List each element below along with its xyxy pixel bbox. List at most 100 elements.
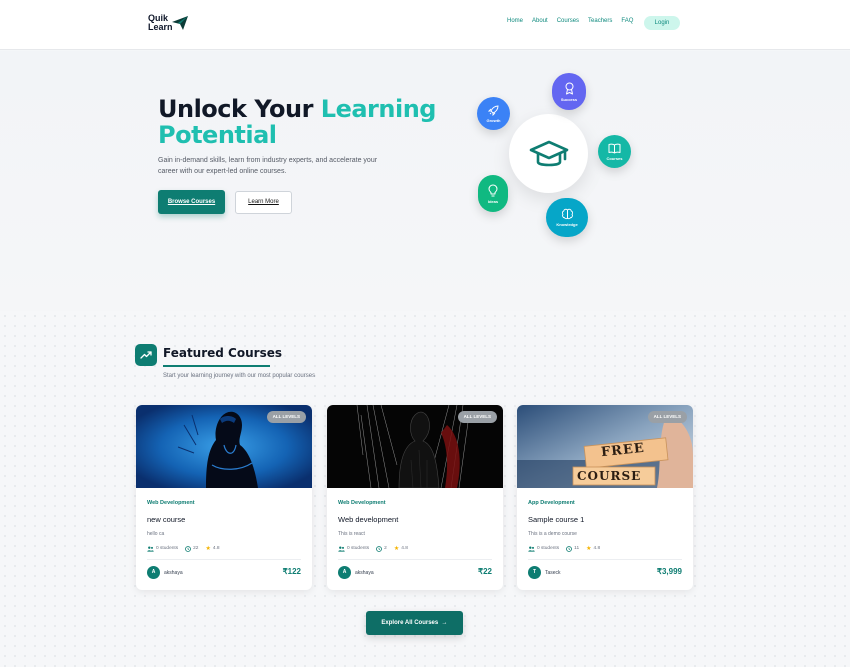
featured-courses-section: Featured Courses Start your learning jou…	[0, 311, 850, 667]
course-card[interactable]: FREE COURSE ALL LEVELS App Development S…	[517, 405, 693, 590]
nav-link-teachers[interactable]: Teachers	[588, 18, 612, 24]
course-image: ALL LEVELS	[136, 405, 312, 488]
course-image: ALL LEVELS	[327, 405, 503, 488]
clock-icon	[376, 545, 383, 552]
course-title[interactable]: Web development	[338, 515, 398, 524]
course-meta: 0 students 2 ★ 4.8	[338, 545, 408, 552]
avatar: A	[338, 566, 351, 579]
ideas-bubble: Ideas	[478, 175, 508, 212]
lessons-label: 22	[193, 546, 199, 551]
featured-title: Featured Courses	[163, 346, 282, 360]
course-title[interactable]: Sample course 1	[528, 515, 584, 524]
knowledge-label: Knowledge	[556, 222, 578, 227]
courses-bubble: Courses	[598, 135, 631, 168]
instructor-name: akshaya	[355, 570, 374, 576]
users-icon	[528, 546, 535, 552]
logo-text: Quik Learn	[148, 14, 173, 32]
trending-up-icon	[135, 344, 157, 366]
level-badge: ALL LEVELS	[647, 411, 687, 423]
nav-link-faq[interactable]: FAQ	[621, 18, 633, 24]
course-meta: 0 students 11 ★ 4.8	[528, 545, 600, 552]
level-badge: ALL LEVELS	[457, 411, 497, 423]
hero-description: Gain in-demand skills, learn from indust…	[158, 157, 378, 175]
growth-bubble: Growth	[477, 97, 510, 130]
top-navbar: Quik Learn Home About Courses Teachers F…	[0, 0, 850, 50]
hero-title-accent-2: Potential	[158, 121, 277, 149]
nav-link-courses[interactable]: Courses	[557, 18, 579, 24]
card-divider	[528, 559, 682, 560]
students-label: 0 students	[537, 546, 560, 551]
course-description: This is a demo course	[528, 531, 577, 537]
growth-label: Growth	[486, 118, 501, 123]
users-icon	[147, 546, 154, 552]
course-category: Web Development	[338, 500, 386, 506]
rocket-icon	[487, 105, 499, 116]
hero-title: Unlock Your Learning Potential	[158, 96, 436, 148]
rating-label: 4.8	[593, 546, 601, 551]
open-book-icon	[608, 143, 621, 153]
lessons-label: 2	[384, 546, 387, 551]
course-meta: 0 students 22 ★ 4.8	[147, 545, 220, 552]
instructor-name: Taseck	[545, 570, 561, 576]
level-badge: ALL LEVELS	[266, 411, 306, 423]
avatar: A	[147, 566, 160, 579]
login-button[interactable]: Login	[644, 16, 680, 30]
course-label: COURSE	[577, 469, 642, 483]
nav-link-home[interactable]: Home	[507, 18, 523, 24]
hero-title-plain: Unlock Your	[158, 95, 321, 123]
rating: ★ 4.8	[205, 545, 219, 552]
star-icon: ★	[205, 546, 211, 552]
star-icon: ★	[586, 546, 592, 552]
lessons-label: 11	[574, 546, 580, 551]
lightbulb-icon	[488, 184, 498, 196]
success-label: Success	[560, 96, 578, 102]
explore-all-courses-button[interactable]: Explore All Courses →	[366, 611, 463, 635]
courses-label: Courses	[606, 155, 623, 161]
course-title[interactable]: new course	[147, 515, 185, 524]
graduation-cap-circle	[509, 114, 588, 193]
students-label: 0 students	[156, 546, 179, 551]
lessons-count: 11	[566, 545, 580, 552]
card-divider	[338, 559, 492, 560]
students-count: 0 students	[528, 546, 559, 552]
award-icon	[565, 82, 573, 94]
course-card[interactable]: ALL LEVELS Web Development Web developme…	[327, 405, 503, 590]
clock-icon	[185, 545, 192, 552]
brain-icon	[561, 208, 573, 220]
instructor-name: akshaya	[164, 570, 183, 576]
learn-more-button[interactable]: Learn More	[235, 191, 292, 214]
knowledge-bubble: Knowledge	[546, 198, 588, 237]
ideas-label: Ideas	[487, 198, 499, 204]
nav-links: Home About Courses Teachers FAQ	[507, 18, 633, 24]
students-label: 0 students	[347, 546, 370, 551]
course-description: hello ca	[147, 531, 165, 537]
rating-label: 4.8	[212, 546, 220, 551]
nav-link-about[interactable]: About	[532, 18, 548, 24]
rating-label: 4.8	[401, 546, 408, 551]
lessons-count: 22	[185, 545, 199, 552]
lessons-count: 2	[376, 545, 387, 552]
explore-label: Explore All Courses	[381, 620, 439, 626]
star-icon: ★	[393, 546, 400, 552]
students-count: 0 students	[338, 546, 369, 552]
course-description: This is react	[338, 531, 365, 537]
course-category: App Development	[528, 500, 575, 506]
hero-section: Unlock Your Learning Potential Gain in-d…	[0, 51, 850, 311]
success-bubble: Success	[552, 73, 586, 110]
users-icon	[338, 546, 345, 552]
students-count: 0 students	[147, 546, 178, 552]
featured-subtitle: Start your learning journey with our mos…	[163, 373, 316, 379]
hero-title-accent-1: Learning	[320, 95, 437, 123]
course-image: FREE COURSE ALL LEVELS	[517, 405, 693, 488]
clock-icon	[566, 545, 573, 552]
course-price: ₹122	[282, 567, 301, 576]
rating: ★ 4.8	[394, 545, 408, 552]
course-price: ₹3,999	[656, 567, 682, 576]
logo[interactable]: Quik Learn	[148, 14, 190, 34]
course-card[interactable]: ALL LEVELS Web Development new course he…	[136, 405, 312, 590]
browse-courses-button[interactable]: Browse Courses	[158, 190, 225, 214]
arrow-right-icon: →	[439, 620, 448, 626]
course-category: Web Development	[147, 500, 195, 506]
avatar: T	[528, 566, 541, 579]
card-divider	[147, 559, 301, 560]
